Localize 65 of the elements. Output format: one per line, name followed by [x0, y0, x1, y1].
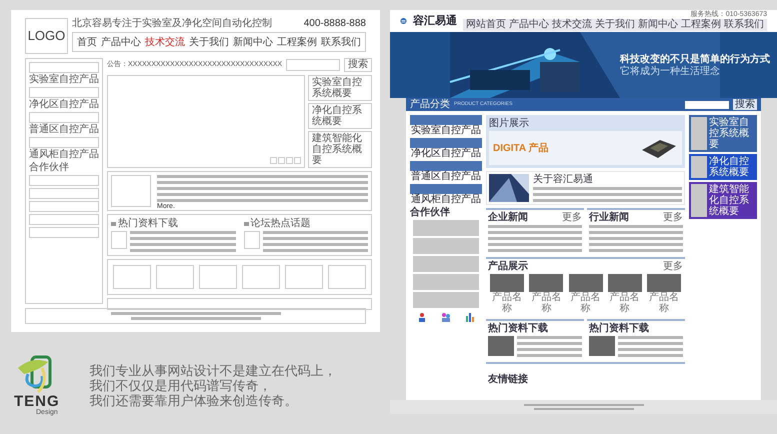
pictures-heading: 图片展示 [489, 118, 530, 129]
product-name[interactable]: 产品名称 [606, 292, 644, 314]
system-card[interactable]: 建筑智能化自控系统概要 [689, 182, 757, 219]
system-label: 建筑智能化自控系统概要 [709, 184, 750, 217]
nav-link[interactable]: 联系我们 [321, 34, 361, 50]
sidebar-item[interactable]: 通风柜自控产品 [29, 149, 99, 160]
nav-link[interactable]: 关于我们 [189, 34, 229, 50]
sidebar-item[interactable]: 实验室自控产品 [29, 74, 99, 85]
nav-link[interactable]: 网站首页 [466, 19, 506, 31]
sidebar-item[interactable]: 净化区自控产品 [29, 99, 99, 110]
section-heading: 论坛热点话题 [250, 218, 311, 229]
section-heading: 热门资料下载 [118, 218, 178, 229]
site-logo-text: 容汇易通 [413, 14, 457, 29]
system-card[interactable]: 实验室自控系统概要 [689, 115, 757, 152]
more-link[interactable]: 更多 [663, 212, 683, 223]
categories-heading: 产品分类 [410, 98, 450, 110]
category-label[interactable]: 实验室自控产品 [411, 125, 481, 136]
nav-link[interactable]: 新闻中心 [638, 19, 678, 31]
nav-link[interactable]: 技术交流 [145, 34, 185, 50]
nav-link[interactable]: 产品中心 [101, 34, 141, 50]
nav-link[interactable]: 新闻中心 [233, 34, 273, 50]
search-button[interactable]: 搜索 [733, 99, 757, 110]
nav-link[interactable]: 工程案例 [277, 34, 317, 50]
nav-link[interactable]: 工程案例 [681, 19, 721, 31]
product-name[interactable]: 产品名称 [644, 292, 684, 314]
system-box[interactable]: 建筑智能化自控系统概要 [308, 131, 372, 168]
system-box[interactable]: 净化自控系统概要 [308, 103, 372, 129]
partners-heading: 合作伙伴 [29, 162, 70, 173]
search-button[interactable]: 搜索 [344, 58, 372, 72]
tagline: 北京容易专注于实验室及净化空间自动化控制 [72, 18, 272, 30]
product-name[interactable]: 产品名称 [527, 292, 566, 314]
system-label: 净化自控系统概要 [709, 156, 750, 178]
brand-name: TENG [14, 394, 60, 409]
slogan-line: 我们专业从事网站设计不是建立在代码上， [90, 363, 337, 378]
downloads-heading: 热门资料下载 [488, 323, 549, 334]
system-box[interactable]: 实验室自控系统概要 [308, 75, 372, 101]
sidebar-item[interactable]: 普通区自控产品 [29, 124, 99, 135]
news-heading: 行业新闻 [589, 212, 629, 223]
about-heading: 关于容汇易通 [533, 174, 594, 185]
nav-link[interactable]: 联系我们 [724, 19, 764, 31]
category-label[interactable]: 净化区自控产品 [411, 148, 481, 159]
system-label: 实验室自控系统概要 [709, 117, 750, 150]
phone-number: 400-8888-888 [304, 18, 366, 30]
more-link[interactable]: 更多 [562, 212, 582, 223]
partners-heading: 合作伙伴 [410, 207, 451, 218]
more-link[interactable]: 更多 [663, 261, 683, 272]
logo-text: LOGO [28, 27, 66, 46]
promo-title: DIGITA 产品 [493, 142, 549, 156]
system-card[interactable]: 净化自控系统概要 [689, 154, 757, 180]
downloads-heading: 热门资料下载 [589, 323, 650, 334]
products-heading: 产品展示 [488, 261, 528, 272]
banner-headline: 科技改变的不只是简单的行为方式 [620, 54, 770, 66]
product-name[interactable]: 产品名称 [566, 292, 605, 314]
nav-link[interactable]: 产品中心 [509, 19, 549, 31]
category-label[interactable]: 通风柜自控产品 [411, 194, 481, 205]
news-heading: 企业新闻 [488, 212, 528, 223]
category-label[interactable]: 普通区自控产品 [411, 171, 481, 182]
nav-link[interactable]: 技术交流 [552, 19, 592, 31]
banner-subline: 它将成为一种生活理念 [620, 66, 721, 78]
links-heading: 友情链接 [488, 374, 528, 385]
product-name[interactable]: 产品名称 [488, 292, 526, 314]
slogan-line: 我们不仅仅是用代码谱写传奇， [90, 378, 273, 393]
nav-link[interactable]: 关于我们 [595, 19, 635, 31]
slogan-line: 我们还需要靠用户体验来创造传奇。 [90, 393, 299, 408]
nav-link[interactable]: 首页 [77, 34, 97, 50]
